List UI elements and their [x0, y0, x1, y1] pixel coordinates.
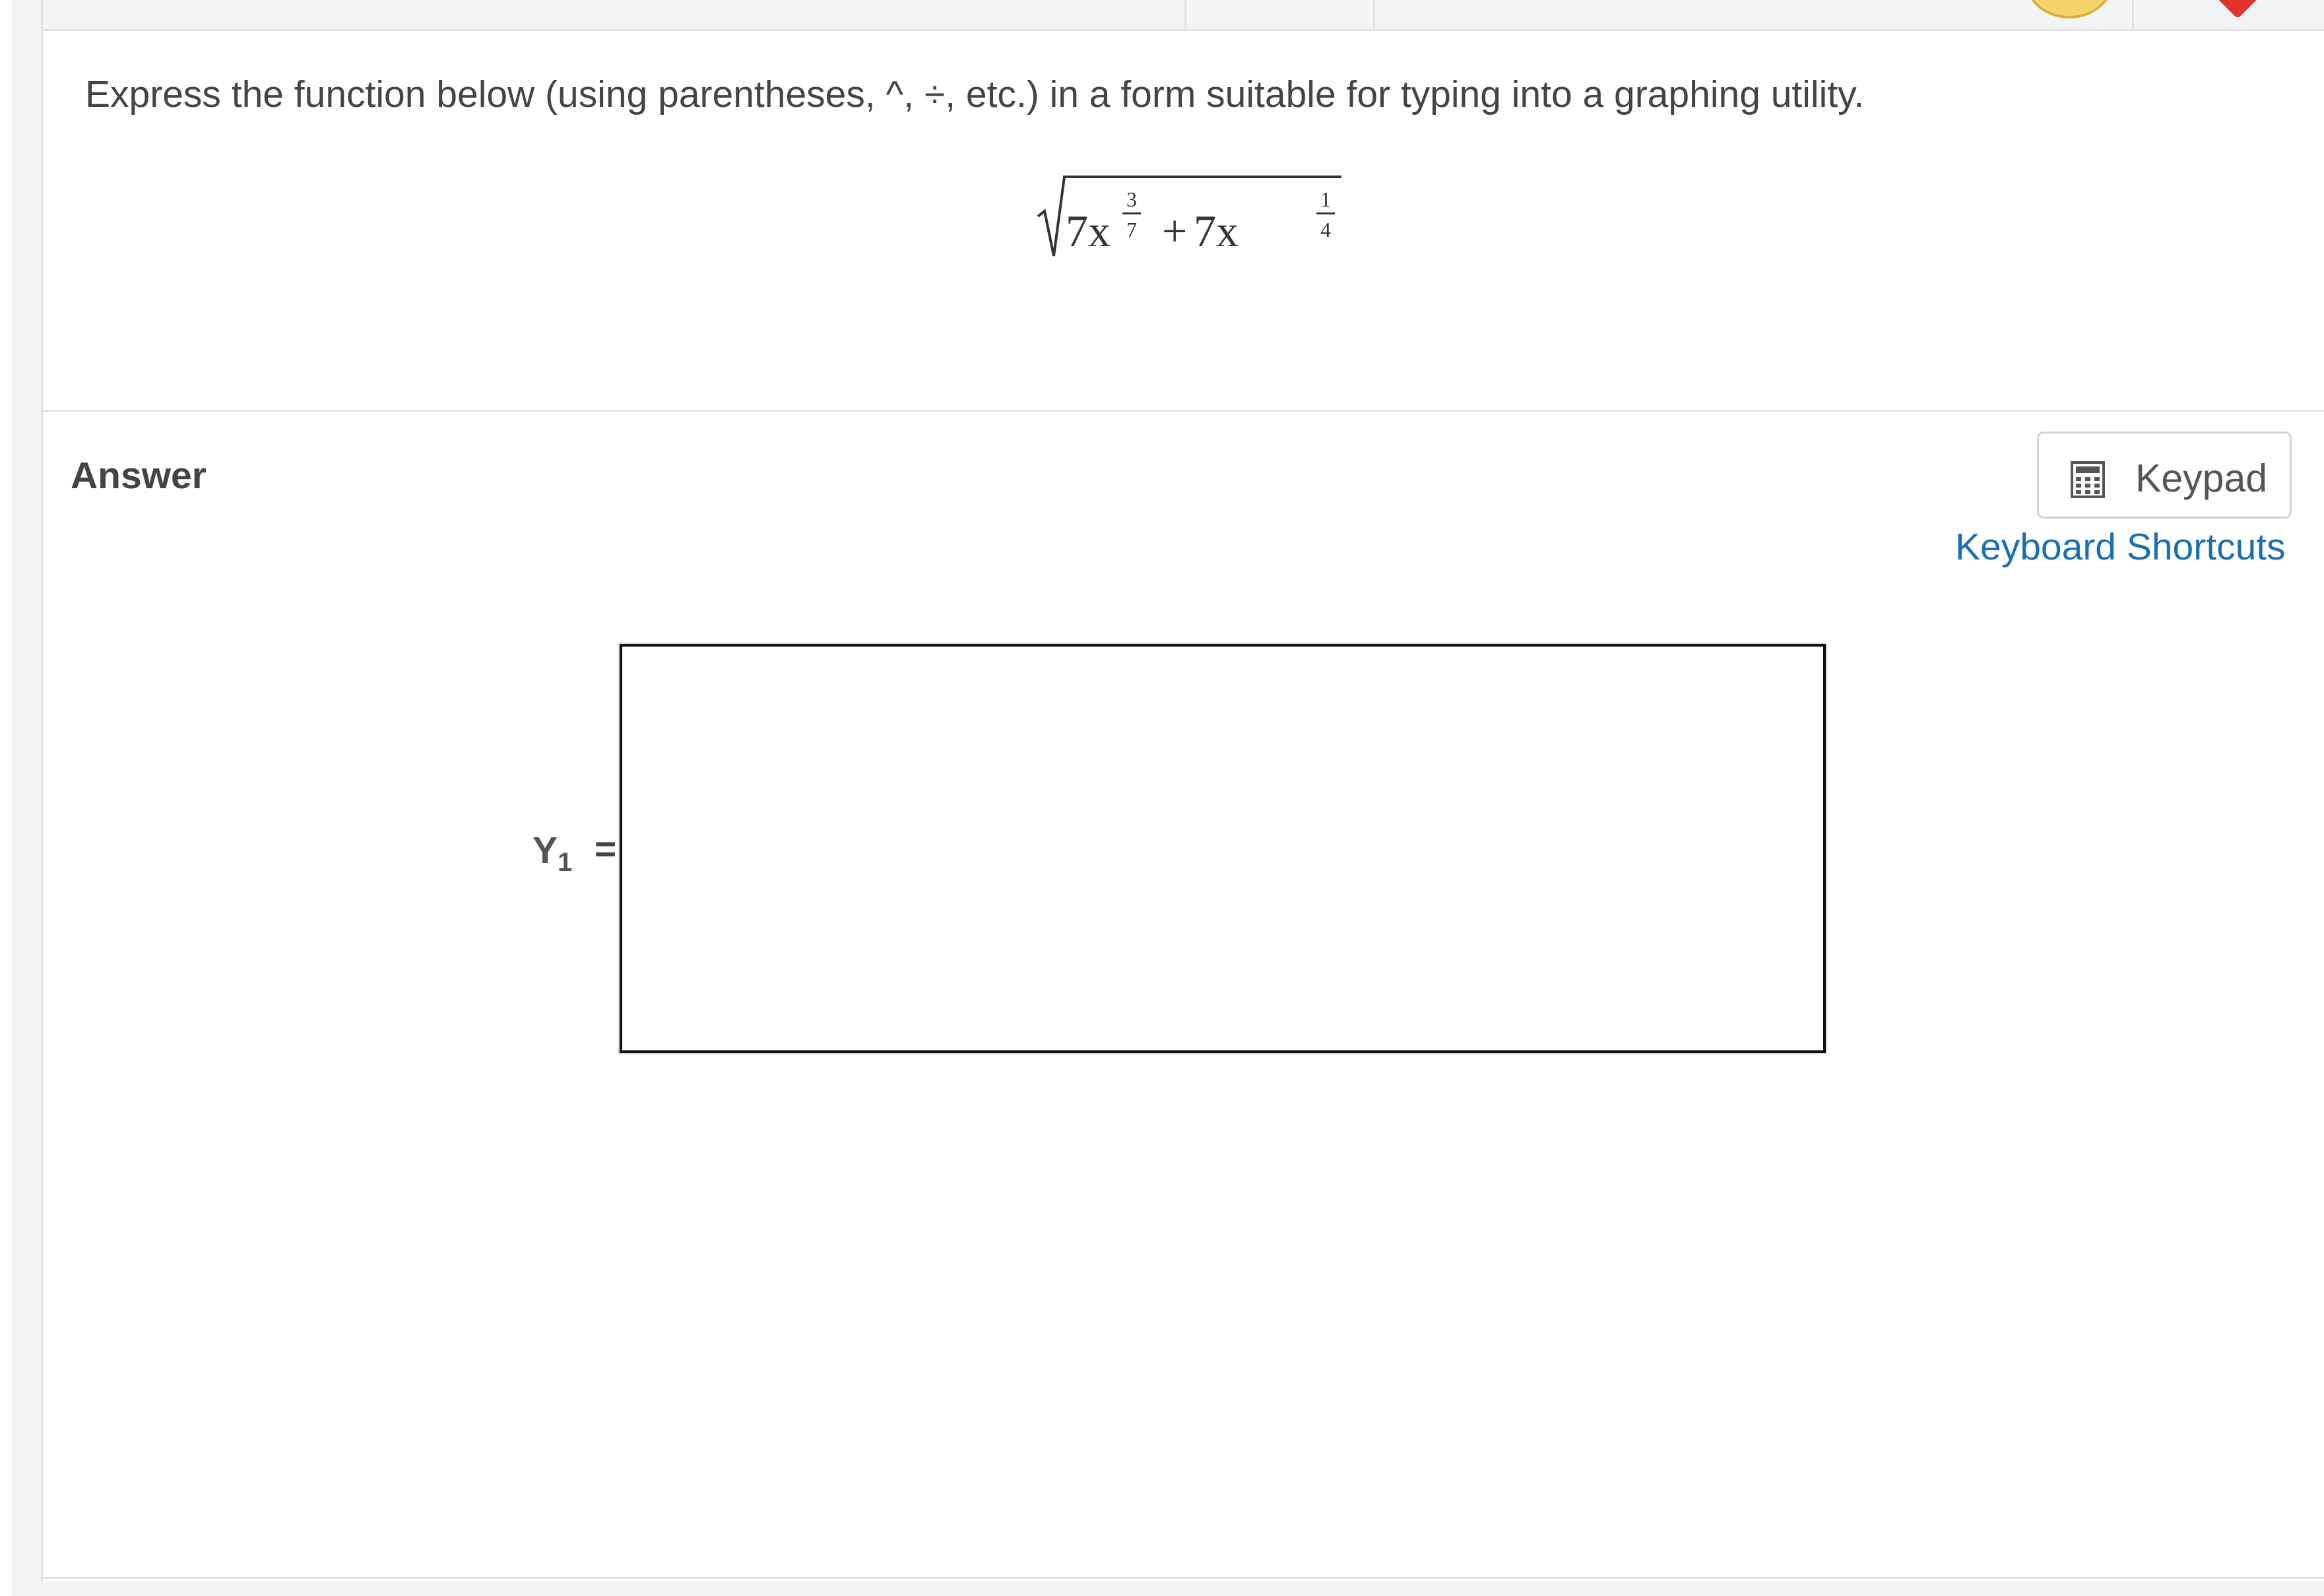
keyboard-shortcuts-link[interactable]: Keyboard Shortcuts — [1955, 525, 2286, 569]
term2-base: 7x — [1194, 206, 1239, 256]
equals-sign: = — [595, 828, 617, 870]
calculator-icon — [2071, 461, 2105, 498]
question-panel: Express the function below (using parent… — [41, 0, 2324, 1581]
function-formula: 7x 3 7 + 7x 1 4 — [1037, 164, 1368, 276]
term1-base: 7x — [1066, 206, 1111, 256]
plus-operator: + — [1162, 206, 1188, 256]
term2-exp-numerator: 1 — [1320, 187, 1331, 211]
header-divider — [2132, 0, 2134, 29]
header-divider — [1373, 0, 1375, 29]
top-header-strip — [43, 0, 2324, 31]
answer-heading: Answer — [71, 455, 207, 497]
left-rail — [0, 0, 12, 1596]
question-prompt: Express the function below (using parent… — [85, 73, 1865, 115]
flag-icon[interactable] — [2211, 0, 2261, 19]
answer-input[interactable] — [618, 643, 1827, 1054]
term1-exp-numerator: 3 — [1126, 187, 1137, 211]
y-subscript: 1 — [558, 848, 573, 877]
coin-icon[interactable] — [2025, 0, 2114, 18]
term2-exp-denominator: 4 — [1320, 218, 1331, 241]
keypad-label: Keypad — [2135, 457, 2268, 500]
section-divider — [43, 410, 2324, 412]
header-divider — [1184, 0, 1186, 29]
term2-exp-fraction-bar — [1316, 212, 1335, 214]
term1-exp-denominator: 7 — [1126, 218, 1137, 241]
keypad-button[interactable]: Keypad — [2037, 431, 2292, 519]
term1-exp-fraction-bar — [1122, 212, 1141, 214]
y1-label: Y1 — [533, 829, 572, 877]
bottom-divider — [43, 1577, 2324, 1579]
y-variable: Y — [533, 829, 558, 872]
